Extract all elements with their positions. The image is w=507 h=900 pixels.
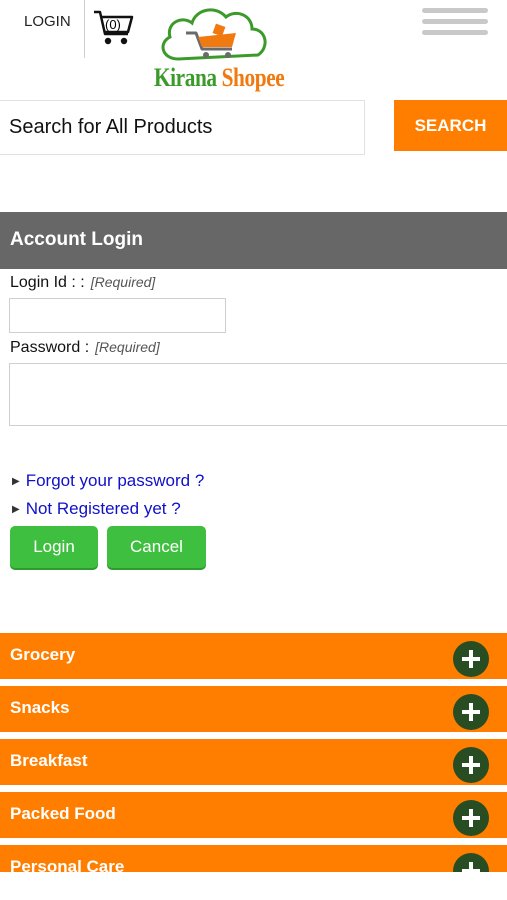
category-packed-food[interactable]: Packed Food [0,792,507,838]
login-id-required-hint: [Required] [90,274,156,290]
category-list: Grocery Snacks Breakfast Packed Food Per… [0,633,507,898]
category-label: Grocery [10,645,76,664]
search-button[interactable]: SEARCH [394,100,507,151]
forgot-password-text: Forgot your password ? [25,471,205,490]
search-bar: SEARCH [0,100,507,160]
register-text: Not Registered yet ? [25,499,181,518]
password-label-text: Password : [10,339,90,356]
category-label: Breakfast [10,751,88,770]
cart-button[interactable]: (0) [92,8,136,48]
category-label: Packed Food [10,804,116,823]
hamburger-menu-icon[interactable] [422,8,488,42]
password-label: Password : [Required] [10,339,160,357]
login-id-input[interactable] [9,298,226,333]
category-snacks[interactable]: Snacks [0,686,507,732]
plus-icon[interactable] [453,694,489,730]
account-login-title: Account Login [0,212,507,269]
forgot-password-link[interactable]: ▶ Forgot your password ? [12,471,204,491]
logo-text: Kirana Shopee [154,63,285,93]
register-link[interactable]: ▶ Not Registered yet ? [12,499,181,519]
category-grocery[interactable]: Grocery [0,633,507,679]
password-input[interactable] [9,363,507,426]
header-divider [84,0,85,58]
logo-text-kirana: Kirana [154,63,217,92]
plus-icon[interactable] [453,800,489,836]
cart-count: (0) [105,17,121,32]
logo[interactable]: Kirana Shopee [148,3,285,99]
cancel-button[interactable]: Cancel [107,526,206,568]
triangle-right-icon: ▶ [12,504,20,515]
triangle-right-icon: ▶ [12,476,20,487]
category-breakfast[interactable]: Breakfast [0,739,507,785]
plus-icon[interactable] [453,641,489,677]
search-input[interactable] [0,100,365,155]
plus-icon[interactable] [453,747,489,783]
login-link[interactable]: LOGIN [24,13,71,30]
logo-text-shopee: Shopee [221,63,285,92]
bottom-overlay [0,872,507,900]
login-button[interactable]: Login [10,526,98,568]
header: LOGIN (0) Kirana Shopee [0,0,507,100]
login-id-label: Login Id : : [Required] [10,274,155,292]
login-id-label-text: Login Id : : [10,274,85,291]
password-required-hint: [Required] [95,339,160,355]
cloud-cart-logo-icon [161,8,267,61]
category-label: Snacks [10,698,70,717]
